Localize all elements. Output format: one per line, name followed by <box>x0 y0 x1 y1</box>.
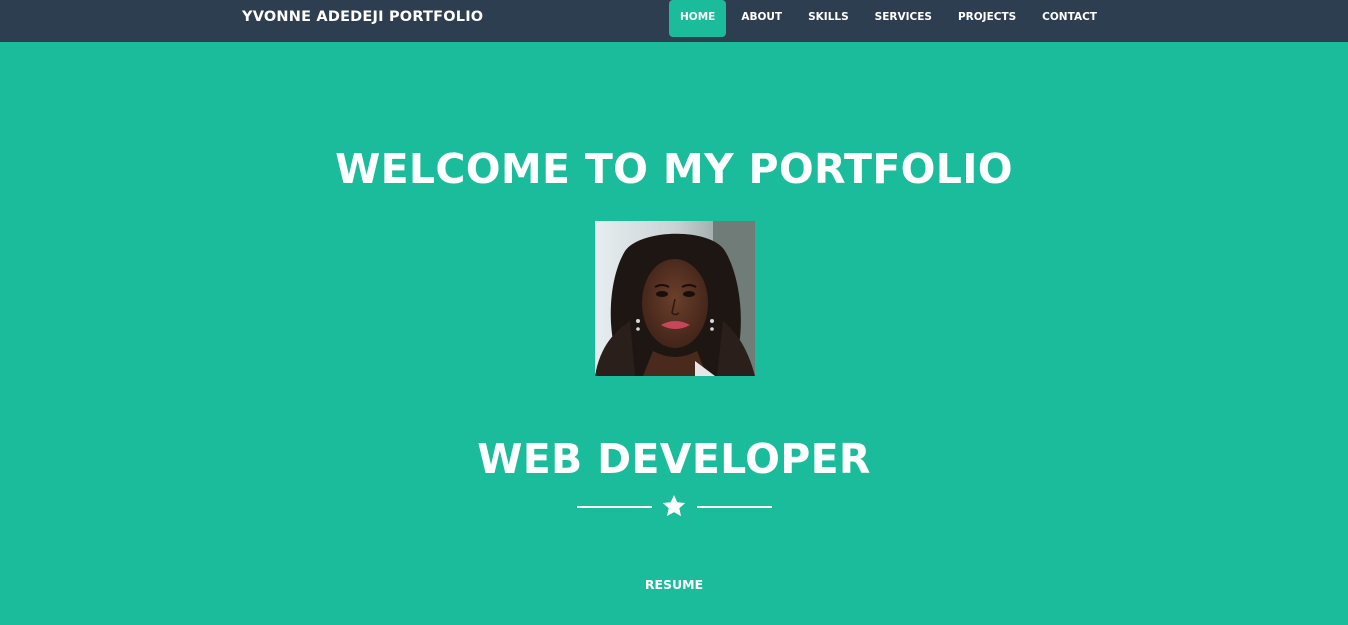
brand-link[interactable]: YVONNE ADEDEJI PORTFOLIO <box>242 0 483 36</box>
role-title: WEB DEVELOPER <box>477 435 871 483</box>
star-divider <box>577 494 772 518</box>
star-icon <box>661 494 687 518</box>
resume-link[interactable]: RESUME <box>645 577 703 592</box>
nav-item-contact[interactable]: CONTACT <box>1029 0 1110 37</box>
divider-line-right <box>697 506 772 508</box>
divider-line-left <box>577 506 652 508</box>
nav-item-services[interactable]: SERVICES <box>862 0 945 37</box>
hero-title: WELCOME TO MY PORTFOLIO <box>335 145 1013 193</box>
profile-photo <box>595 221 755 376</box>
nav-item-projects[interactable]: PROJECTS <box>945 0 1029 37</box>
nav-item-about[interactable]: ABOUT <box>728 0 795 37</box>
resume-container: RESUME <box>0 575 1348 595</box>
nav-item-skills[interactable]: SKILLS <box>795 0 862 37</box>
nav-menu: HOME ABOUT SKILLS SERVICES PROJECTS CONT… <box>669 0 1110 37</box>
navbar: YVONNE ADEDEJI PORTFOLIO HOME ABOUT SKIL… <box>0 0 1348 42</box>
nav-item-home[interactable]: HOME <box>669 0 727 37</box>
